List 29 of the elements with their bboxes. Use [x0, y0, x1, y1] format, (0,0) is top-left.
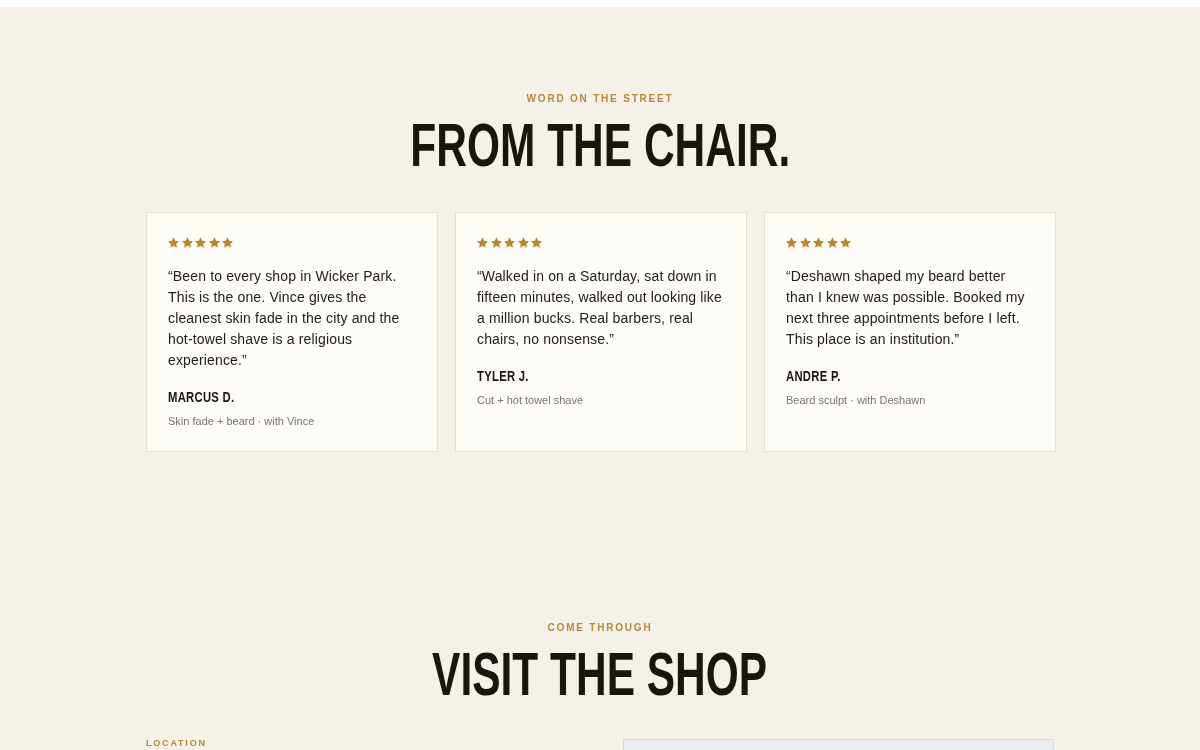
review-quote: “Walked in on a Saturday, sat down in fifteen minutes, walked out looking like a million bucks. Real barbers, real chairs, no nonsense.” [477, 267, 723, 349]
star-icon [531, 237, 543, 248]
star-icon [208, 237, 220, 248]
section-eyebrow: WORD ON THE STREET [526, 92, 674, 106]
star-icon [168, 237, 179, 248]
star-icon [222, 237, 234, 248]
review-service: Cut + hot towel shave [477, 393, 584, 407]
section-title: FROM THE CHAIR. [410, 114, 790, 176]
reviewer-name: ANDRE P. [786, 368, 841, 384]
star-icon [490, 237, 502, 248]
star-icon [813, 237, 825, 248]
star-icon [840, 237, 852, 248]
location-label: LOCATION [146, 738, 207, 748]
reviewer-name: TYLER J. [477, 368, 529, 384]
star-icon [799, 237, 811, 248]
star-icon [826, 237, 838, 248]
reviewer-name: MARCUS D. [168, 389, 235, 405]
review-service: Beard sculpt · with Deshawn [786, 393, 926, 407]
star-icon [517, 237, 529, 248]
section-eyebrow: COME THROUGH [547, 621, 653, 635]
review-quote: “Been to every shop in Wicker Park. This is the one. Vince gives the cleanest skin fade in the city and the hot-towel shave is a religious experience.” [168, 267, 401, 370]
star-icon [477, 237, 488, 248]
star-icon [195, 237, 207, 248]
section-title: VISIT THE SHOP [432, 643, 768, 705]
review-quote: “Deshawn shaped my beard better than I knew was possible. Booked my next three appointments before I left. This place is an institution.” [786, 267, 1026, 349]
review-service: Skin fade + beard · with Vince [168, 414, 315, 428]
star-icon [504, 237, 516, 248]
star-icon [786, 237, 797, 248]
star-icon [181, 237, 193, 248]
